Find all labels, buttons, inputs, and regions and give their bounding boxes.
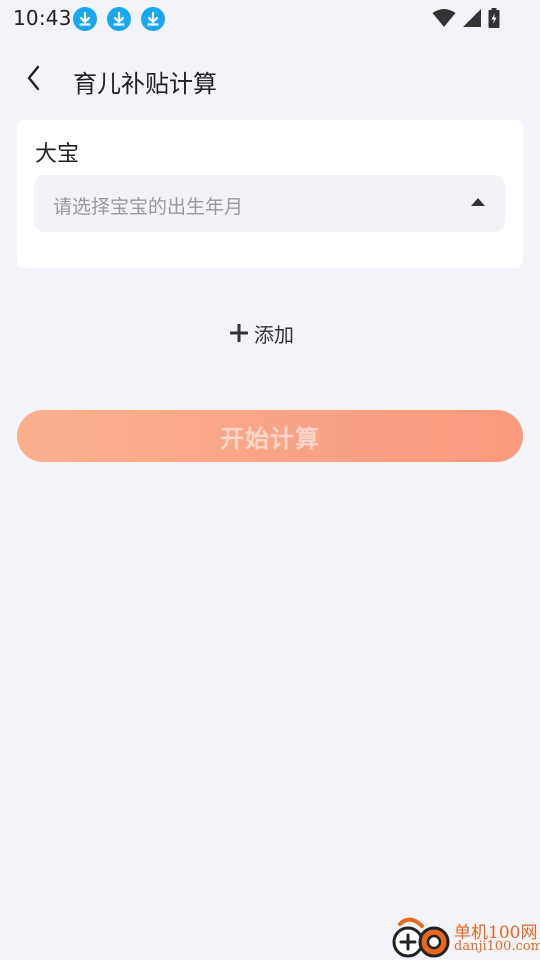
screen: 10:43 育儿补贴计算 大宝 请选择宝宝的出生年月 添加 开始计算 单机100… [0, 0, 540, 960]
triangle-up-icon [471, 198, 485, 206]
wifi-icon [432, 8, 456, 28]
download-icon [141, 7, 165, 31]
chevron-left-icon [26, 65, 42, 95]
child-label: 大宝 [35, 142, 80, 167]
plus-icon [230, 324, 248, 342]
child-card: 大宝 请选择宝宝的出生年月 [17, 120, 523, 268]
system-icons [432, 8, 500, 28]
download-icon [107, 7, 131, 31]
download-icon [73, 7, 97, 31]
add-child-label: 添加 [254, 322, 294, 347]
status-time: 10:43 [13, 6, 72, 30]
cell-signal-icon [462, 8, 482, 28]
back-button[interactable] [14, 60, 54, 100]
birth-date-select[interactable]: 请选择宝宝的出生年月 [34, 175, 505, 232]
page-title: 育儿补贴计算 [73, 70, 217, 98]
notification-icons [73, 7, 165, 31]
start-calculate-button[interactable]: 开始计算 [17, 410, 523, 462]
add-child-button[interactable]: 添加 [230, 317, 294, 349]
top-bar: 育儿补贴计算 [0, 50, 540, 106]
watermark-url: danji100.com [454, 939, 540, 954]
watermark: 单机100网 danji100.com [388, 916, 540, 960]
status-bar: 10:43 [0, 0, 540, 38]
battery-charging-icon [488, 8, 500, 28]
start-calculate-label: 开始计算 [220, 424, 320, 453]
watermark-logo-icon [388, 916, 452, 960]
birth-date-placeholder: 请选择宝宝的出生年月 [53, 196, 244, 218]
